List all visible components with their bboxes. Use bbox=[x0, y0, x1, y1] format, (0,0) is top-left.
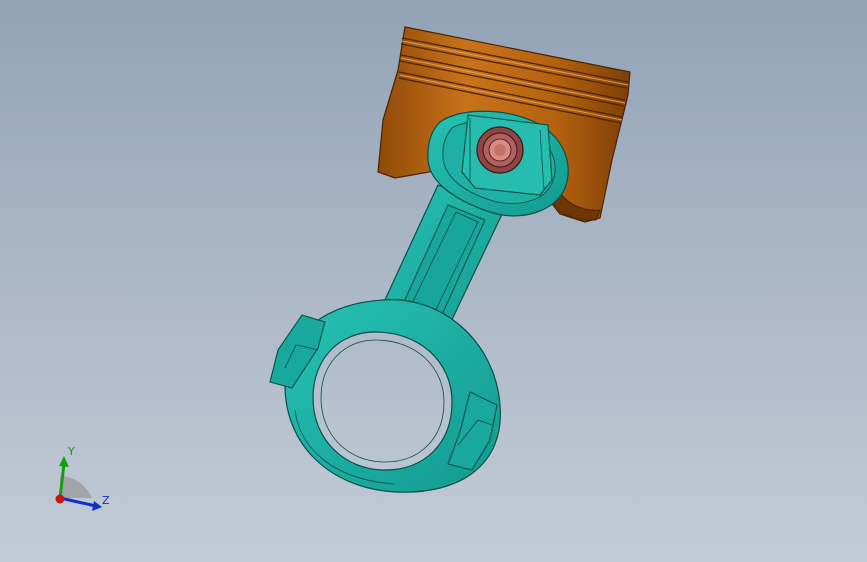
z-axis-arrow bbox=[92, 501, 102, 511]
y-axis-label: Y bbox=[67, 445, 75, 458]
z-axis-label: Z bbox=[102, 494, 110, 507]
z-axis-line bbox=[59, 496, 97, 508]
3d-model-view[interactable] bbox=[0, 0, 867, 562]
triad-plane bbox=[60, 476, 92, 498]
wrist-pin[interactable] bbox=[461, 114, 553, 196]
reference-triad: Y Z bbox=[55, 445, 110, 511]
x-axis-dot bbox=[55, 494, 65, 504]
graphics-viewport[interactable]: Y Z bbox=[0, 0, 867, 562]
